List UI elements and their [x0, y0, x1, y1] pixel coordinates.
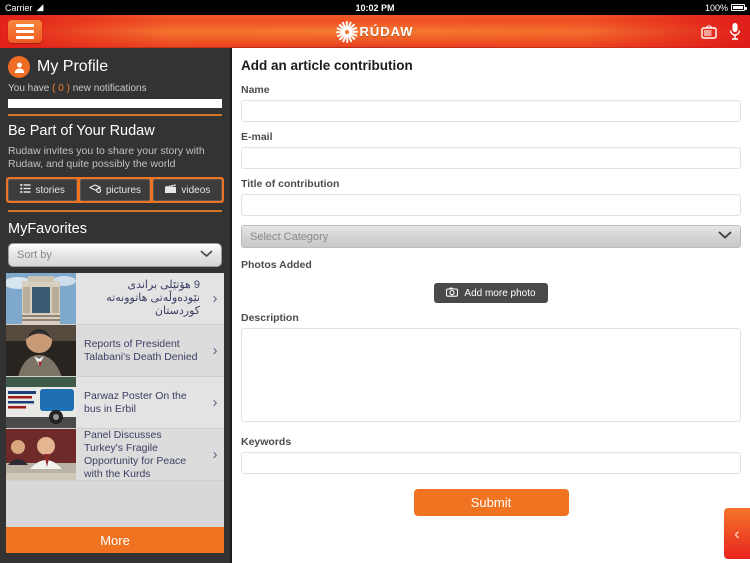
divider-top [8, 114, 222, 116]
list-item-title: Panel Discusses Turkey's Fragile Opportu… [84, 428, 187, 480]
chevron-right-icon: › [212, 342, 218, 359]
talabani-portrait-photo [6, 325, 76, 376]
chevron-right-icon: › [212, 290, 218, 307]
notifications-count: ( 0 ) [52, 83, 70, 94]
camera-icon [446, 287, 459, 300]
sort-by-dropdown[interactable]: Sort by [8, 243, 222, 267]
email-label: E-mail [241, 131, 273, 143]
category-placeholder-label: Select Category [250, 230, 329, 243]
chevron-left-icon: ‹ [734, 523, 740, 543]
name-input[interactable] [241, 100, 741, 122]
top-navigation-bar: RÚDAW [0, 15, 750, 48]
category-select[interactable]: Select Category [241, 225, 741, 248]
wifi-icon: ◢ [36, 2, 44, 12]
name-label: Name [241, 84, 270, 96]
be-part-title: Be Part of Your Rudaw [8, 123, 155, 139]
chip-stories[interactable]: stories [8, 179, 78, 201]
list-icon [20, 183, 32, 197]
chip-videos[interactable]: videos [152, 179, 222, 201]
submit-button[interactable]: Submit [413, 489, 569, 516]
carrier-label: Carrier [5, 2, 33, 13]
clock-label: 10:02 PM [355, 2, 395, 13]
battery-icon [731, 4, 747, 11]
notifications-suffix: new notifications [72, 83, 147, 94]
chip-pictures[interactable]: pictures [80, 179, 150, 201]
sun-burst-icon [336, 20, 359, 43]
add-more-photo-label: Add more photo [464, 287, 536, 299]
status-bar: Carrier ◢ 10:02 PM 100% [0, 0, 750, 15]
chip-stories-label: stories [35, 184, 65, 196]
nav-actions [700, 15, 744, 48]
divider-bottom [8, 210, 222, 212]
chevron-down-icon [718, 231, 732, 243]
description-label: Description [241, 312, 299, 324]
profile-header[interactable]: My Profile [0, 48, 230, 82]
battery-percent-label: 100% [704, 2, 728, 13]
title-input[interactable] [241, 194, 741, 216]
tv-icon[interactable] [700, 22, 718, 42]
chevron-right-icon: › [212, 394, 218, 411]
more-button[interactable]: More [6, 527, 224, 553]
add-more-photo-button[interactable]: Add more photo [434, 283, 548, 303]
status-bar-left: Carrier ◢ [5, 2, 43, 13]
photos-added-label: Photos Added [241, 259, 312, 271]
microphone-icon[interactable] [726, 22, 744, 42]
description-textarea[interactable] [241, 328, 741, 422]
chip-videos-label: videos [181, 184, 211, 196]
clapperboard-icon [164, 183, 177, 197]
sidebar-footer-spacer [0, 553, 230, 563]
list-item[interactable]: Reports of President Talabani's Death De… [6, 325, 224, 377]
app-window: Carrier ◢ 10:02 PM 100% RÚDAW My Profile… [0, 0, 750, 563]
sort-by-label: Sort by [17, 249, 52, 261]
chevron-down-icon [200, 249, 213, 261]
favorites-title: MyFavorites [8, 221, 87, 237]
favorites-list: 9 هۆتێلی براندی نێودەوڵەتی هاتوونەتە کور… [6, 273, 224, 527]
contribution-type-buttons: stories pictures videos [6, 177, 224, 203]
left-sidebar: My Profile You have ( 0 ) new notificati… [0, 48, 232, 563]
submit-row: Submit [241, 489, 741, 516]
photos-icon [88, 183, 102, 197]
photo-button-row: Add more photo [241, 283, 741, 303]
hamburger-menu-icon[interactable] [8, 20, 42, 43]
person-icon [8, 56, 30, 78]
contribution-form-panel: Add an article contribution Name E-mail … [232, 48, 750, 563]
be-part-blurb: Rudaw invites you to share your story wi… [8, 145, 205, 170]
keywords-label: Keywords [241, 436, 292, 448]
hotel-building-photo [6, 273, 76, 324]
list-item[interactable]: 9 هۆتێلی براندی نێودەوڵەتی هاتوونەتە کور… [6, 273, 224, 325]
panel-discussion-photo [6, 429, 76, 480]
list-item-title: Parwaz Poster On the bus in Erbil [84, 389, 187, 415]
list-item-title: 9 هۆتێلی براندی نێودەوڵەتی هاتوونەتە کور… [106, 279, 200, 317]
list-item[interactable]: Panel Discusses Turkey's Fragile Opportu… [6, 429, 224, 481]
email-input[interactable] [241, 147, 741, 169]
chevron-right-icon: › [212, 446, 218, 463]
form-heading: Add an article contribution [241, 58, 413, 73]
notifications-prefix: You have [8, 83, 50, 94]
page-title: My Profile [37, 58, 109, 75]
keywords-input[interactable] [241, 452, 741, 474]
logo-text: RÚDAW [359, 24, 414, 39]
list-item[interactable]: Parwaz Poster On the bus in Erbil › [6, 377, 224, 429]
main-body: My Profile You have ( 0 ) new notificati… [0, 48, 750, 563]
chip-pictures-label: pictures [105, 184, 141, 196]
app-logo: RÚDAW [0, 15, 750, 48]
list-item-title: Reports of President Talabani's Death De… [84, 337, 198, 363]
bus-poster-photo [6, 377, 76, 428]
title-label: Title of contribution [241, 178, 340, 190]
right-drawer-toggle[interactable]: ‹ [724, 508, 750, 559]
notifications-line: You have ( 0 ) new notifications [0, 82, 230, 99]
profile-progress-bar [8, 99, 222, 108]
status-bar-right: 100% [704, 2, 747, 13]
